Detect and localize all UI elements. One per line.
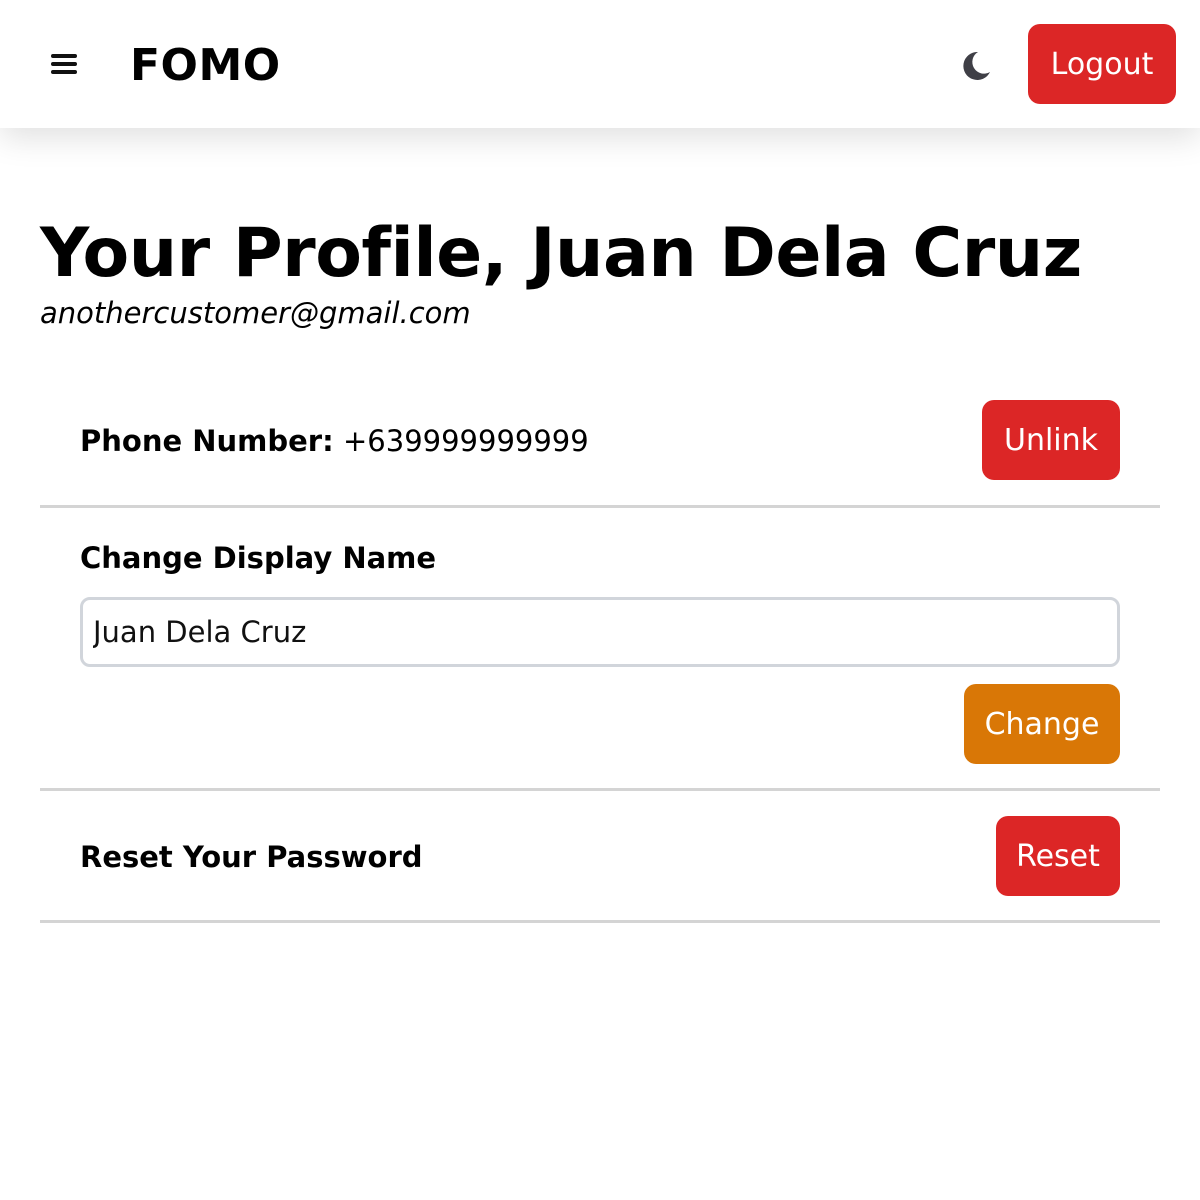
change-button[interactable]: Change bbox=[964, 684, 1120, 764]
reset-password-section: Reset Your Password Reset bbox=[40, 791, 1160, 923]
phone-number-label: Phone Number: bbox=[80, 424, 334, 458]
top-navbar: FOMO Logout bbox=[0, 0, 1200, 128]
phone-number-value: +639999999999 bbox=[343, 424, 589, 458]
page-title: Your Profile, Juan Dela Cruz bbox=[40, 214, 1082, 293]
phone-number-section: Phone Number: +639999999999 Unlink bbox=[40, 380, 1160, 508]
unlink-button[interactable]: Unlink bbox=[982, 400, 1120, 480]
hamburger-menu-icon[interactable] bbox=[44, 44, 84, 84]
display-name-section: Change Display Name Change bbox=[40, 508, 1160, 791]
reset-button[interactable]: Reset bbox=[996, 816, 1120, 896]
display-name-input[interactable] bbox=[80, 597, 1120, 667]
display-name-label: Change Display Name bbox=[80, 541, 437, 575]
user-email: anothercustomer@gmail.com bbox=[40, 296, 471, 330]
brand-logo[interactable]: FOMO bbox=[130, 36, 281, 96]
moon-icon[interactable] bbox=[952, 46, 996, 86]
reset-password-label: Reset Your Password bbox=[80, 840, 423, 874]
logout-button[interactable]: Logout bbox=[1028, 24, 1176, 104]
